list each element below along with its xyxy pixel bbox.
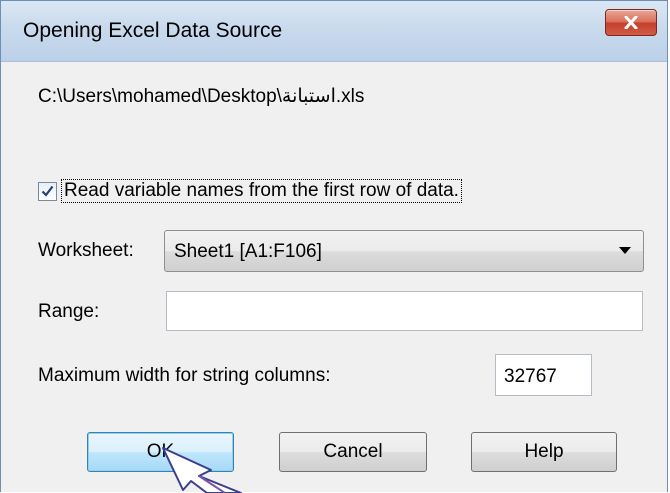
max-width-input[interactable] — [495, 354, 592, 396]
read-var-names-option[interactable]: Read variable names from the first row o… — [38, 179, 462, 203]
help-button[interactable]: Help — [471, 432, 617, 472]
ok-button[interactable]: OK — [87, 432, 234, 472]
worksheet-selected-value: Sheet1 [A1:F106] — [174, 241, 322, 262]
window-title: Opening Excel Data Source — [23, 19, 283, 42]
cancel-button[interactable]: Cancel — [279, 432, 427, 472]
range-label: Range: — [38, 301, 100, 322]
cancel-button-label: Cancel — [323, 441, 383, 462]
help-button-label: Help — [524, 441, 564, 462]
ok-button-label: OK — [146, 441, 175, 462]
read-var-names-label: Read variable names from the first row o… — [61, 179, 462, 203]
max-width-label: Maximum width for string columns: — [38, 365, 331, 386]
file-path: C:\Users\mohamed\Desktop\استبانة.xls — [38, 86, 365, 107]
read-var-names-checkbox[interactable] — [38, 181, 57, 201]
chevron-down-icon — [619, 247, 631, 254]
close-x-icon — [624, 16, 638, 29]
close-button[interactable] — [605, 9, 657, 36]
range-input[interactable] — [166, 291, 643, 331]
dialog-window: Opening Excel Data Source C:\Users\moham… — [0, 0, 668, 492]
worksheet-dropdown[interactable]: Sheet1 [A1:F106] — [164, 230, 644, 272]
checkmark-icon — [41, 185, 54, 197]
title-bar[interactable]: Opening Excel Data Source — [1, 1, 667, 62]
worksheet-label: Worksheet: — [38, 240, 134, 261]
